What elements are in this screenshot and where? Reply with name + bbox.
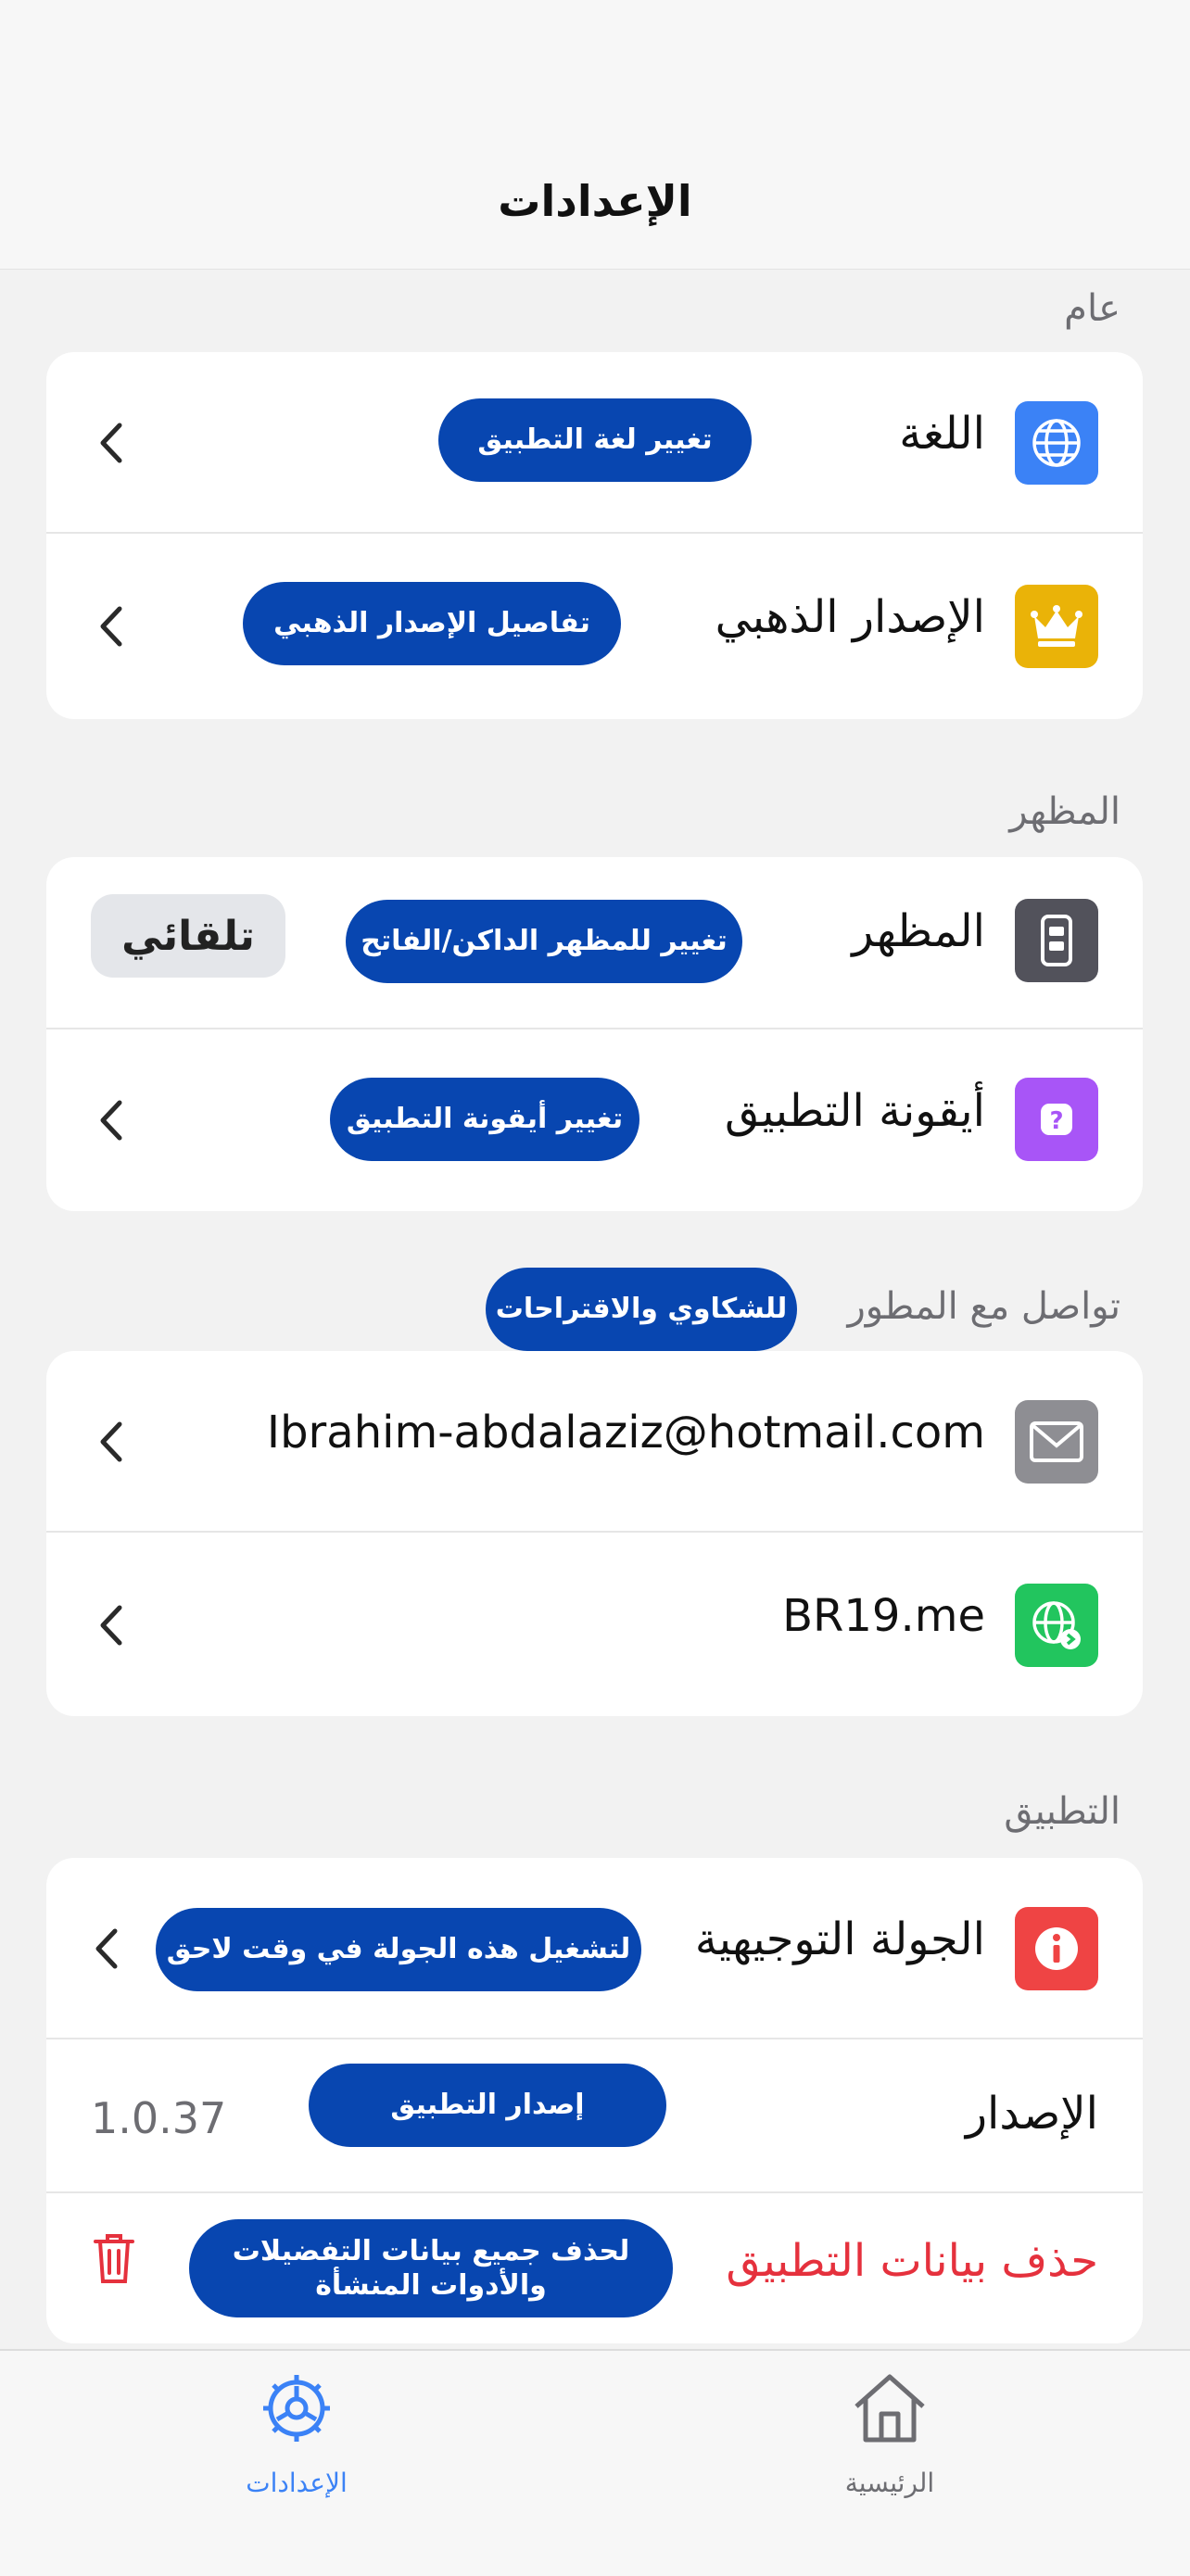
row-gold-version[interactable]: الإصدار الذهبي تفاصيل الإصدار الذهبي (46, 536, 1143, 717)
row-theme-label: المظهر (852, 905, 985, 957)
row-delete-label: حذف بيانات التطبيق (726, 2235, 1098, 2287)
version-tip-badge: إصدار التطبيق (309, 2064, 666, 2147)
globe-icon (1015, 401, 1098, 485)
tab-settings-label: الإعدادات (246, 2468, 348, 2498)
card-contact: Ibrahim-abdalaziz@hotmail.com BR19.me (46, 1351, 1143, 1716)
info-icon (1015, 1907, 1098, 1990)
row-email-label: Ibrahim-abdalaziz@hotmail.com (266, 1407, 985, 1458)
divider (46, 532, 1143, 534)
divider (46, 2038, 1143, 2039)
phone-theme-icon (1015, 899, 1098, 982)
tab-home-label: الرئيسية (844, 2468, 935, 2498)
delete-tip-badge: لحذف جميع بيانات التفضيلات والأدوات المن… (189, 2219, 673, 2317)
tour-tip-badge: لتشغيل هذه الجولة في وقت لاحق (156, 1908, 641, 1991)
row-delete-data[interactable]: حذف بيانات التطبيق لحذف جميع بيانات التف… (46, 2193, 1143, 2343)
section-title-app: التطبيق (1004, 1790, 1120, 1833)
navigation-bar: الإعدادات (0, 0, 1190, 270)
row-app-icon-label: أيقونة التطبيق (725, 1085, 985, 1137)
page-title: الإعدادات (498, 176, 692, 226)
row-language[interactable]: اللغة تغيير لغة التطبيق (46, 352, 1143, 534)
card-app: الجولة التوجيهية لتشغيل هذه الجولة في وق… (46, 1858, 1143, 2343)
row-app-icon[interactable]: ? أيقونة التطبيق تغيير أيقونة التطبيق (46, 1031, 1143, 1211)
chevron-left-icon (88, 1923, 125, 1975)
delete-tip-line2: والأدوات المنشأة (315, 2269, 547, 2302)
row-version-label: الإصدار (965, 2088, 1098, 2140)
language-tip-badge: تغيير لغة التطبيق (438, 398, 752, 482)
row-website-label: BR19.me (782, 1590, 985, 1642)
gold-tip-badge: تفاصيل الإصدار الذهبي (243, 582, 621, 665)
app-icon-icon: ? (1015, 1078, 1098, 1161)
row-gold-version-label: الإصدار الذهبي (715, 591, 985, 643)
contact-tip-badge: للشكاوي والاقتراحات (486, 1268, 797, 1351)
chevron-left-icon (93, 1416, 130, 1468)
section-title-appearance: المظهر (1009, 790, 1120, 833)
chevron-left-icon (93, 600, 130, 652)
home-icon (849, 2368, 930, 2449)
divider (46, 1028, 1143, 1029)
tab-home[interactable]: الرئيسية (797, 2360, 982, 2508)
row-tour[interactable]: الجولة التوجيهية لتشغيل هذه الجولة في وق… (46, 1858, 1143, 2039)
section-title-contact: تواصل مع المطور (847, 1285, 1120, 1328)
row-version: الإصدار إصدار التطبيق 1.0.37 (46, 2041, 1143, 2193)
theme-tip-badge: تغيير للمظهر الداكن/الفاتح (346, 900, 742, 983)
svg-text:?: ? (1049, 1107, 1063, 1135)
crown-icon (1015, 585, 1098, 668)
card-appearance: المظهر تغيير للمظهر الداكن/الفاتح تلقائي… (46, 857, 1143, 1211)
trash-icon[interactable] (91, 2230, 137, 2286)
envelope-icon (1015, 1400, 1098, 1484)
delete-tip-line1: لحذف جميع بيانات التفضيلات (232, 2234, 630, 2267)
chevron-left-icon (93, 1094, 130, 1146)
web-icon (1015, 1584, 1098, 1667)
app-icon-tip-badge: تغيير أيقونة التطبيق (330, 1078, 639, 1161)
row-theme[interactable]: المظهر تغيير للمظهر الداكن/الفاتح تلقائي (46, 857, 1143, 1029)
chevron-left-icon (93, 417, 130, 469)
row-website[interactable]: BR19.me (46, 1534, 1143, 1716)
chevron-left-icon (93, 1599, 130, 1651)
theme-value-select[interactable]: تلقائي (91, 894, 285, 978)
section-title-general: عام (1064, 287, 1120, 330)
version-value: 1.0.37 (91, 2093, 227, 2143)
row-language-label: اللغة (899, 408, 985, 460)
divider (46, 1531, 1143, 1533)
tab-settings[interactable]: الإعدادات (204, 2360, 389, 2508)
card-general: اللغة تغيير لغة التطبيق الإصدار الذهبي ت… (46, 352, 1143, 719)
row-tour-label: الجولة التوجيهية (694, 1913, 985, 1965)
tab-bar: الإعدادات الرئيسية (0, 2349, 1190, 2576)
gear-icon (256, 2368, 337, 2449)
row-email[interactable]: Ibrahim-abdalaziz@hotmail.com (46, 1351, 1143, 1533)
